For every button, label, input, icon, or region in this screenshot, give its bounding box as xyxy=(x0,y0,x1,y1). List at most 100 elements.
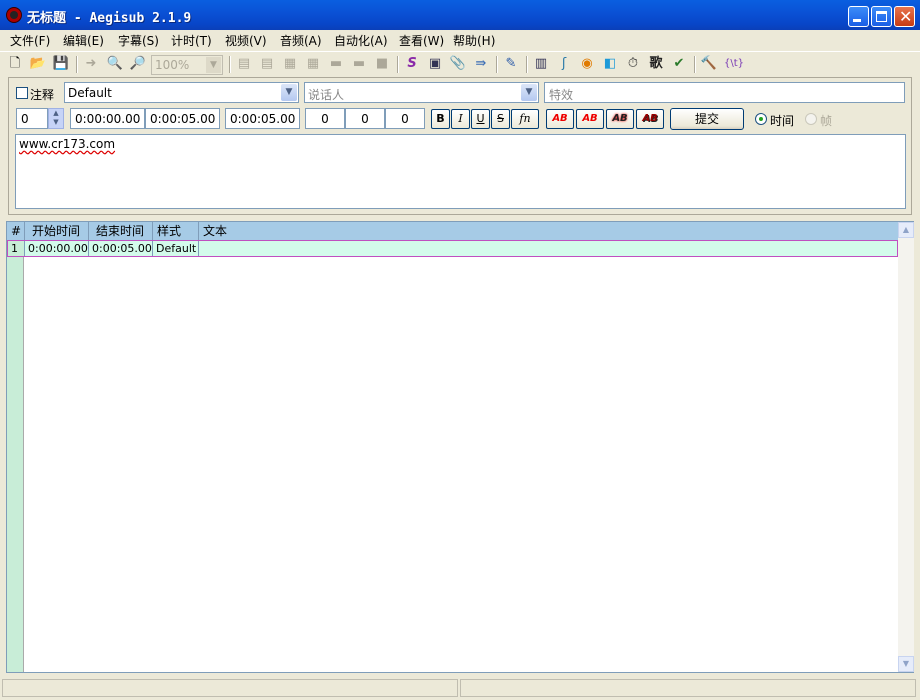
layer-value: 0 xyxy=(21,112,29,126)
layer-input[interactable]: 0 xyxy=(16,108,48,129)
properties-icon[interactable]: ▣ xyxy=(426,55,444,73)
italic-button[interactable]: I xyxy=(451,109,470,129)
subtitle-text-editor[interactable]: www.cr173.com xyxy=(15,134,906,209)
margin-right-value: 0 xyxy=(361,112,369,126)
chevron-up-icon: ▲ xyxy=(53,109,59,117)
duration-input[interactable]: 0:00:05.00 xyxy=(225,108,300,129)
shadow-color-button[interactable]: AB xyxy=(636,109,664,129)
video-snap-start-icon[interactable]: ▤ xyxy=(235,55,253,73)
menu-view[interactable]: 查看(W) xyxy=(399,32,444,49)
menu-subtitle[interactable]: 字幕(S) xyxy=(118,32,159,49)
aegisub-logo-icon xyxy=(6,7,22,23)
start-time-input[interactable]: 0:00:00.00 xyxy=(70,108,145,129)
bold-button[interactable]: B xyxy=(431,109,450,129)
minimize-button[interactable] xyxy=(848,6,869,27)
outline-color-button[interactable]: AB xyxy=(606,109,634,129)
menu-help[interactable]: 帮助(H) xyxy=(453,32,495,49)
margin-vertical-value: 0 xyxy=(401,112,409,126)
scroll-up-icon[interactable]: ▲ xyxy=(898,222,914,238)
scroll-down-icon[interactable]: ▼ xyxy=(898,656,914,672)
row-number: 1 xyxy=(8,241,25,256)
spell-checker-icon[interactable]: ✔ xyxy=(670,55,688,73)
primary-color-button[interactable]: AB xyxy=(546,109,574,129)
effect-placeholder: 特效 xyxy=(549,88,574,102)
comment-label: 注释 xyxy=(30,88,55,102)
margin-vertical-input[interactable]: 0 xyxy=(385,108,425,129)
kanji-timer-icon[interactable]: ⏱ xyxy=(624,55,642,73)
grid-header: # 开始时间 结束时间 样式 文本 xyxy=(7,222,898,241)
menu-file[interactable]: 文件(F) xyxy=(10,32,50,49)
comment-checkbox[interactable] xyxy=(16,87,28,99)
row-style: Default xyxy=(153,241,199,256)
end-time-input[interactable]: 0:00:05.00 xyxy=(145,108,220,129)
time-radio-label: 时间 xyxy=(770,114,795,128)
menu-automation[interactable]: 自动化(A) xyxy=(334,32,388,49)
table-row[interactable]: 1 0:00:00.00 0:00:05.00 Default xyxy=(7,240,898,257)
subtitle-text: www.cr173.com xyxy=(19,137,116,151)
menu-edit[interactable]: 编辑(E) xyxy=(63,32,104,49)
attachments-icon[interactable]: 📎 xyxy=(449,55,467,73)
start-time-value: 0:00:00.00 xyxy=(75,112,141,126)
video-set-end-icon[interactable]: ▦ xyxy=(304,55,322,73)
close-button[interactable]: ✕ xyxy=(894,6,915,27)
window-title: 无标题 - Aegisub 2.1.9 xyxy=(27,11,192,26)
resample-icon[interactable]: ◉ xyxy=(578,55,596,73)
subtitle-grid[interactable]: # 开始时间 结束时间 样式 文本 1 0:00:00.00 0:00:05.0… xyxy=(6,221,914,673)
strikeout-button[interactable]: S xyxy=(491,109,510,129)
row-end-time: 0:00:05.00 xyxy=(89,241,153,256)
frame-radio[interactable] xyxy=(805,113,817,125)
open-file-icon[interactable]: 📂 xyxy=(29,55,47,73)
fonts-collector-icon[interactable]: ⇛ xyxy=(472,55,490,73)
maximize-button[interactable] xyxy=(871,6,892,27)
end-time-value: 0:00:05.00 xyxy=(150,112,216,126)
toolbar: 🗋 📂 💾 ➜ 🔍 🔎 100% ▼ ▤ ▤ ▦ ▦ ▬ ▬ ■ S ▣ 📎 ⇛ … xyxy=(0,51,920,76)
zoom-in-icon[interactable]: 🔍 xyxy=(106,55,124,73)
title-bar[interactable]: 无标题 - Aegisub 2.1.9 ✕ xyxy=(0,0,920,30)
video-set-start-icon[interactable]: ▦ xyxy=(281,55,299,73)
font-button[interactable]: fn xyxy=(511,109,539,129)
zoom-value: 100% xyxy=(155,58,190,72)
menu-video[interactable]: 视频(V) xyxy=(225,32,267,49)
margin-right-input[interactable]: 0 xyxy=(345,108,385,129)
style-select[interactable]: Default ▼ xyxy=(64,82,299,103)
override-tags-icon[interactable]: {\t} xyxy=(724,55,744,73)
grid-header-text[interactable]: 文本 xyxy=(199,222,898,240)
options-icon[interactable]: 🔨 xyxy=(700,55,718,73)
video-camera-icon[interactable]: ■ xyxy=(373,55,391,73)
menu-audio[interactable]: 音频(A) xyxy=(280,32,322,49)
time-radio[interactable] xyxy=(755,113,767,125)
styling-assistant-icon[interactable]: ʃ xyxy=(555,55,573,73)
zoom-select[interactable]: 100% ▼ xyxy=(151,55,223,75)
layer-spinner[interactable]: ▲ ▼ xyxy=(48,108,64,129)
jump-to-icon[interactable]: ➜ xyxy=(82,55,100,73)
grid-gutter xyxy=(7,241,24,672)
grid-header-style[interactable]: 样式 xyxy=(153,222,199,240)
grid-header-start[interactable]: 开始时间 xyxy=(25,222,89,240)
chevron-down-icon: ▼ xyxy=(53,118,59,126)
karaoke-icon[interactable]: 歌 xyxy=(647,55,665,73)
new-file-icon[interactable]: 🗋 xyxy=(6,55,24,73)
translation-assistant-icon[interactable]: ▥ xyxy=(532,55,550,73)
margin-left-input[interactable]: 0 xyxy=(305,108,345,129)
video-snap-end-icon[interactable]: ▤ xyxy=(258,55,276,73)
grid-scrollbar[interactable]: ▲ ▼ xyxy=(898,222,914,672)
commit-button[interactable]: 提交 xyxy=(670,108,744,130)
frame-radio-label: 帧 xyxy=(820,114,833,128)
timing-postprocessor-icon[interactable]: ◧ xyxy=(601,55,619,73)
chevron-down-icon: ▼ xyxy=(206,57,221,73)
grid-header-number[interactable]: # xyxy=(7,222,25,240)
effect-input[interactable]: 特效 xyxy=(544,82,905,103)
zoom-out-icon[interactable]: 🔎 xyxy=(129,55,147,73)
video-keyframe-icon[interactable]: ▬ xyxy=(327,55,345,73)
actor-select[interactable]: 说话人 ▼ xyxy=(304,82,539,103)
status-pane-main xyxy=(2,679,458,697)
styles-manager-icon[interactable]: S xyxy=(403,55,421,73)
menu-timing[interactable]: 计时(T) xyxy=(171,32,212,49)
video-frame-icon[interactable]: ▬ xyxy=(350,55,368,73)
secondary-color-button[interactable]: AB xyxy=(576,109,604,129)
underline-button[interactable]: U xyxy=(471,109,490,129)
save-file-icon[interactable]: 💾 xyxy=(52,55,70,73)
grid-header-end[interactable]: 结束时间 xyxy=(89,222,153,240)
automation-icon[interactable]: ✎ xyxy=(502,55,520,73)
chevron-down-icon: ▼ xyxy=(521,84,537,101)
